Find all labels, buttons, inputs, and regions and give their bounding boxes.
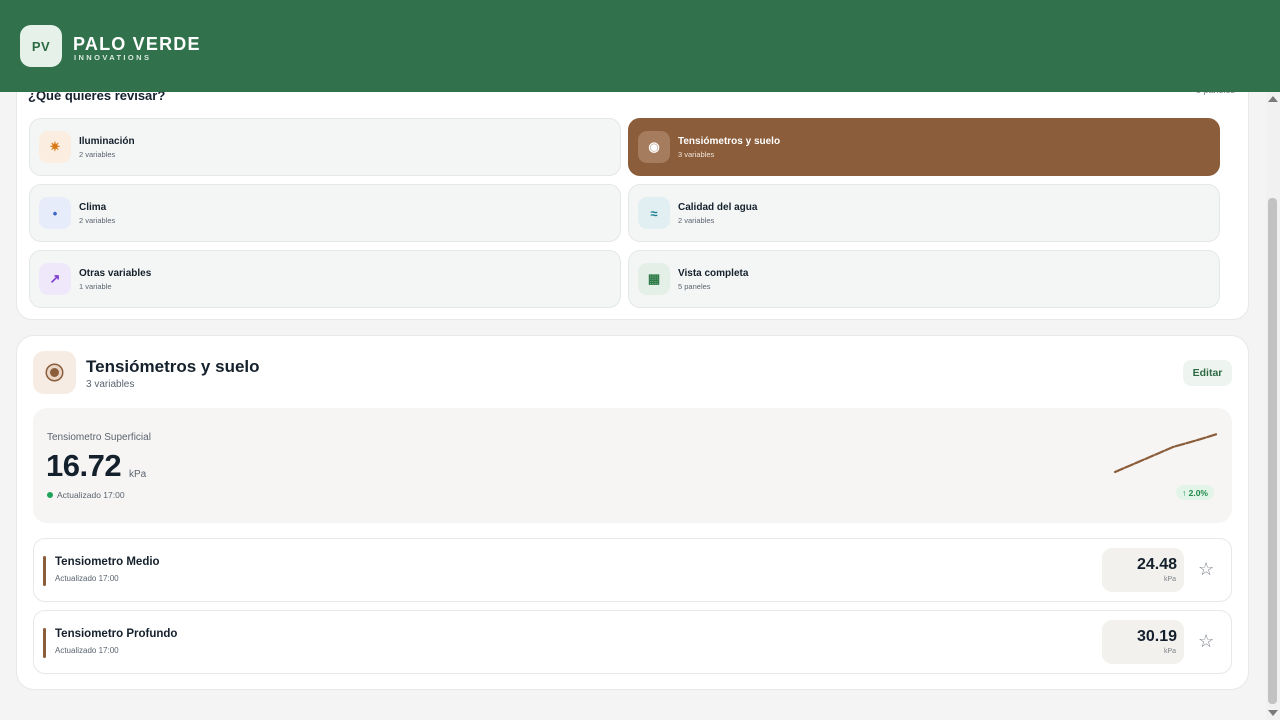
variable-name: Tensiometro Superficial	[47, 432, 151, 443]
star-icon[interactable]: ☆	[1198, 632, 1214, 650]
star-icon[interactable]: ☆	[1198, 560, 1214, 578]
color-bar	[43, 556, 46, 586]
updated-time: Actualizado 17:00	[55, 646, 119, 655]
tile-clima[interactable]: • Clima 2 variables	[29, 184, 621, 242]
edit-button[interactable]: Editar	[1183, 360, 1232, 386]
sparkline-series	[1113, 432, 1219, 474]
color-bar	[43, 628, 46, 658]
variable-row[interactable]: Tensiometro Medio Actualizado 17:00 24.4…	[33, 538, 1232, 602]
tile-label: Clima	[79, 202, 107, 213]
page-scrollbar[interactable]	[1266, 92, 1280, 720]
tile-vista-completa[interactable]: ▦ Vista completa 5 paneles	[628, 250, 1220, 308]
soil-icon	[33, 351, 76, 394]
variable-value: 16.72	[46, 448, 122, 483]
tile-sub: 1 variable	[79, 282, 112, 291]
variable-name: Tensiometro Medio	[55, 556, 160, 568]
variable-value: 24.48	[1136, 556, 1177, 573]
tile-label: Iluminación	[79, 136, 135, 147]
scroll-down-arrow-icon[interactable]	[1268, 710, 1278, 716]
section-title: Tensiómetros y suelo	[86, 357, 260, 376]
thermometer-icon: •	[39, 197, 71, 229]
variable-unit: kPa	[1163, 576, 1176, 583]
brand-name: PALO VERDE	[73, 34, 201, 54]
variable-name: Tensiometro Profundo	[55, 628, 178, 640]
featured-variable-card[interactable]: Tensiometro Superficial 16.72 kPa Actual…	[33, 408, 1232, 523]
sparkline-chart	[1113, 432, 1219, 474]
value-box: 30.19 kPa	[1102, 620, 1184, 664]
soil-icon: ◉	[638, 131, 670, 163]
app-header: PV PALO VERDE INNOVATIONS	[0, 0, 1280, 92]
grid-icon: ▦	[638, 263, 670, 295]
brand-subtitle: INNOVATIONS	[74, 53, 152, 62]
variable-value: 30.19	[1136, 628, 1177, 645]
section-card: Tensiómetros y suelo 3 variables Editar …	[16, 335, 1249, 690]
tile-iluminacion[interactable]: ✷ Iluminación 2 variables	[29, 118, 621, 176]
logo-badge[interactable]: PV	[20, 25, 62, 67]
tile-sub: 2 variables	[79, 216, 116, 225]
tile-sub: 5 paneles	[678, 282, 711, 291]
scroll-up-arrow-icon[interactable]	[1268, 96, 1278, 102]
variable-unit: kPa	[1163, 648, 1176, 655]
status-dot-icon	[47, 492, 53, 498]
tile-tensiometros[interactable]: ◉ Tensiómetros y suelo 3 variables	[628, 118, 1220, 176]
sun-icon: ✷	[39, 131, 71, 163]
variable-row[interactable]: Tensiometro Profundo Actualizado 17:00 3…	[33, 610, 1232, 674]
tile-label: Otras variables	[79, 268, 152, 279]
arrow-icon: ↗	[39, 263, 71, 295]
variable-unit: kPa	[129, 469, 147, 480]
tile-label: Calidad del agua	[678, 202, 758, 213]
section-subtitle: 3 variables	[86, 379, 135, 390]
scrollbar-thumb[interactable]	[1268, 198, 1277, 704]
tile-label: Tensiómetros y suelo	[678, 136, 781, 147]
value-box: 24.48 kPa	[1102, 548, 1184, 592]
tile-calidad-agua[interactable]: ≈ Calidad del agua 2 variables	[628, 184, 1220, 242]
tile-label: Vista completa	[678, 268, 749, 279]
updated-time: Actualizado 17:00	[57, 490, 125, 500]
tile-sub: 3 variables	[678, 150, 715, 159]
updated-time: Actualizado 17:00	[55, 574, 119, 583]
tile-otras-variables[interactable]: ↗ Otras variables 1 variable	[29, 250, 621, 308]
trend-badge: ↑ 2.0%	[1176, 485, 1214, 500]
water-icon: ≈	[638, 197, 670, 229]
tile-sub: 2 variables	[678, 216, 715, 225]
tile-sub: 2 variables	[79, 150, 116, 159]
